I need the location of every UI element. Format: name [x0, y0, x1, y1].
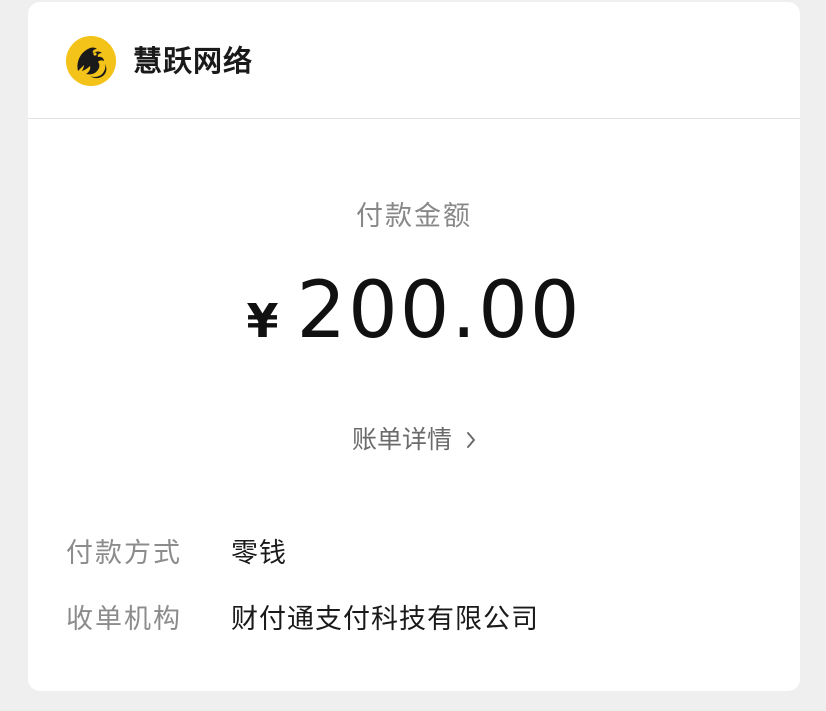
acquirer-label: 收单机构: [66, 604, 182, 635]
header-divider: [28, 118, 800, 119]
payment-receipt-card: 慧跃网络 付款金额 ¥ 200.00 账单详情 付款方式 零钱 收单机构 财付通…: [28, 2, 800, 691]
currency-symbol: ¥: [246, 294, 279, 348]
acquirer-value: 财付通支付科技有限公司: [231, 604, 539, 635]
amount-label: 付款金额: [356, 201, 472, 232]
amount-display: ¥ 200.00: [28, 266, 800, 366]
amount-value: 200.00: [296, 266, 582, 356]
merchant-header: 慧跃网络: [28, 2, 800, 118]
dragon-logo-icon: [66, 36, 116, 86]
chevron-right-icon: [466, 431, 476, 449]
payment-method-row: 付款方式 零钱: [66, 534, 287, 574]
payment-method-value: 零钱: [231, 538, 287, 569]
merchant-name: 慧跃网络: [133, 44, 254, 78]
bill-details-label: 账单详情: [351, 425, 452, 454]
bill-details-link[interactable]: 账单详情: [28, 420, 800, 460]
payment-method-label: 付款方式: [66, 538, 182, 569]
acquirer-row: 收单机构 财付通支付科技有限公司: [66, 600, 539, 640]
